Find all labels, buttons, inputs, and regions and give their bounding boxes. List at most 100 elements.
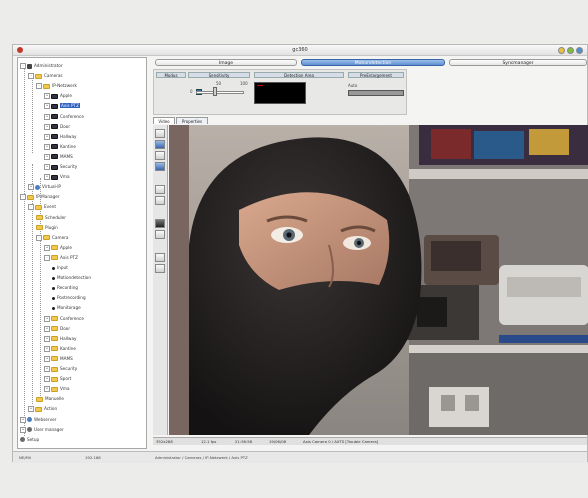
minimize-button[interactable] — [558, 47, 565, 54]
fullscreen-button[interactable] — [155, 264, 165, 273]
expand-icon[interactable]: + — [44, 153, 50, 160]
cam-icon — [51, 114, 58, 119]
expand-icon[interactable]: + — [44, 93, 50, 100]
settings-button[interactable] — [155, 253, 165, 262]
tree-item[interactable]: + Conference — [44, 113, 84, 120]
expand-icon[interactable]: + — [44, 386, 50, 393]
tree-item[interactable]: - Event — [28, 203, 56, 211]
expand-icon[interactable]: + — [44, 143, 50, 150]
expand-icon[interactable]: + — [44, 315, 50, 322]
tree-item[interactable]: Postrecording — [52, 294, 86, 301]
tree-item-label: Camera — [52, 234, 69, 240]
tree-item[interactable]: + Door — [44, 325, 70, 332]
expand-icon[interactable]: + — [44, 113, 50, 120]
tree-item[interactable]: + Virtual-IP — [28, 183, 61, 191]
expand-icon[interactable]: + — [28, 184, 34, 191]
tree-item[interactable]: + Webserver — [20, 416, 56, 423]
collapse-icon[interactable]: - — [44, 254, 50, 261]
detection-area-preview[interactable] — [254, 82, 306, 104]
expand-icon[interactable]: + — [44, 164, 50, 170]
tab-properties[interactable]: Properties — [176, 117, 208, 124]
pan-tool-button[interactable] — [155, 162, 165, 171]
collapse-icon[interactable]: - — [20, 63, 26, 69]
tree-item[interactable]: + Kantine — [44, 345, 76, 352]
area-marker — [257, 85, 263, 86]
tree-item[interactable]: + MAMS — [44, 355, 73, 362]
expand-icon[interactable]: + — [28, 406, 34, 413]
expand-icon[interactable]: + — [44, 103, 50, 110]
zoom-out-button[interactable] — [155, 151, 165, 160]
tree-item[interactable]: + User manager — [20, 426, 64, 433]
tree-item[interactable]: + Security — [44, 365, 77, 372]
tree-item[interactable]: - Axis PTZ — [44, 254, 78, 261]
tab-image[interactable]: Image — [155, 59, 297, 66]
modus-header: Modus — [156, 72, 186, 78]
tab-syncmanager[interactable]: Syncmanager — [449, 59, 587, 66]
expand-icon[interactable]: + — [44, 133, 50, 140]
stop-button[interactable] — [155, 219, 165, 228]
tree-item[interactable]: + Hallway — [44, 335, 77, 342]
snapshot-button[interactable] — [155, 185, 165, 194]
video-view[interactable] — [169, 125, 588, 435]
expand-icon[interactable]: + — [44, 366, 50, 372]
tree-item[interactable]: Setup — [20, 436, 39, 443]
slider-min-label: 0 — [190, 89, 193, 94]
expand-icon[interactable]: + — [44, 376, 50, 383]
pointer-tool-button[interactable] — [155, 129, 165, 138]
collapse-icon[interactable]: - — [28, 204, 34, 211]
tab-video[interactable]: Video — [153, 117, 175, 124]
collapse-icon[interactable]: - — [36, 83, 42, 90]
tree-item[interactable]: Manuelle — [36, 395, 64, 402]
tree-item[interactable]: Motiondetection — [52, 274, 91, 281]
tree-item[interactable]: - Camera — [36, 234, 68, 241]
maximize-button[interactable] — [567, 47, 574, 54]
tree-item[interactable]: Monitorage — [52, 304, 81, 311]
tree-item[interactable]: - IP-Netzwerk — [36, 82, 77, 90]
zoom-in-button[interactable] — [155, 140, 165, 149]
collapse-icon[interactable]: - — [36, 234, 42, 241]
tree-item[interactable]: + Axis PTZ — [44, 102, 80, 110]
tree-item[interactable]: + Apple — [44, 92, 72, 100]
tree-item[interactable]: - Cameras — [28, 72, 63, 80]
tree-item[interactable]: + Kantine — [44, 143, 76, 150]
tree-item[interactable]: + Security — [44, 163, 77, 170]
expand-icon[interactable]: + — [44, 335, 50, 342]
expand-icon[interactable]: + — [44, 355, 50, 362]
tree-item[interactable]: Input — [52, 264, 68, 271]
tree-item[interactable]: + Apple — [44, 244, 72, 251]
tree-item[interactable]: + Conference — [44, 315, 84, 322]
tree-item[interactable]: - Administrator — [20, 62, 63, 69]
expand-icon[interactable]: + — [44, 345, 50, 352]
expand-icon[interactable]: + — [20, 416, 26, 423]
tree-item[interactable]: + Sport — [44, 375, 71, 383]
tree-item[interactable]: + Vma — [44, 385, 70, 393]
expand-icon[interactable]: + — [44, 174, 50, 181]
expand-icon[interactable]: + — [44, 325, 50, 332]
tree-item-label: MAMS — [60, 355, 73, 361]
status-source: Axis Camera 0 / AXTS [Trouble Camera] — [303, 439, 379, 444]
sensitivity-slider[interactable] — [196, 91, 244, 94]
collapse-icon[interactable]: - — [20, 194, 26, 201]
tree-item[interactable]: Scheduler — [36, 214, 66, 221]
close-button[interactable] — [576, 47, 583, 54]
navigation-tree[interactable]: - Administrator - Cameras - IP-Netzwerk + Apple… — [17, 57, 147, 449]
tree-item[interactable]: + Action — [28, 405, 58, 413]
tree-item[interactable]: Recording — [52, 284, 78, 291]
tree-item[interactable]: + Hallway — [44, 133, 77, 140]
tree-item-label: Action — [44, 406, 58, 412]
expand-icon[interactable]: + — [44, 244, 50, 251]
tree-item[interactable]: - IP-Manager — [20, 193, 60, 201]
expand-icon[interactable]: + — [44, 123, 50, 130]
play-button[interactable] — [155, 230, 165, 239]
folder-icon — [51, 336, 58, 342]
record-button[interactable] — [155, 196, 165, 205]
tab-motiondetection[interactable]: Motiondetection — [301, 59, 445, 66]
expand-icon[interactable]: + — [20, 426, 26, 433]
tree-item[interactable]: + MAMS — [44, 153, 73, 160]
collapse-icon[interactable]: - — [28, 73, 34, 80]
slider-thumb[interactable] — [213, 87, 218, 96]
tree-item[interactable]: + Vma — [44, 173, 70, 181]
tree-item[interactable]: + Door — [44, 123, 70, 130]
preenlargement-select[interactable] — [348, 90, 404, 96]
tree-item[interactable]: Plugin — [36, 224, 58, 231]
